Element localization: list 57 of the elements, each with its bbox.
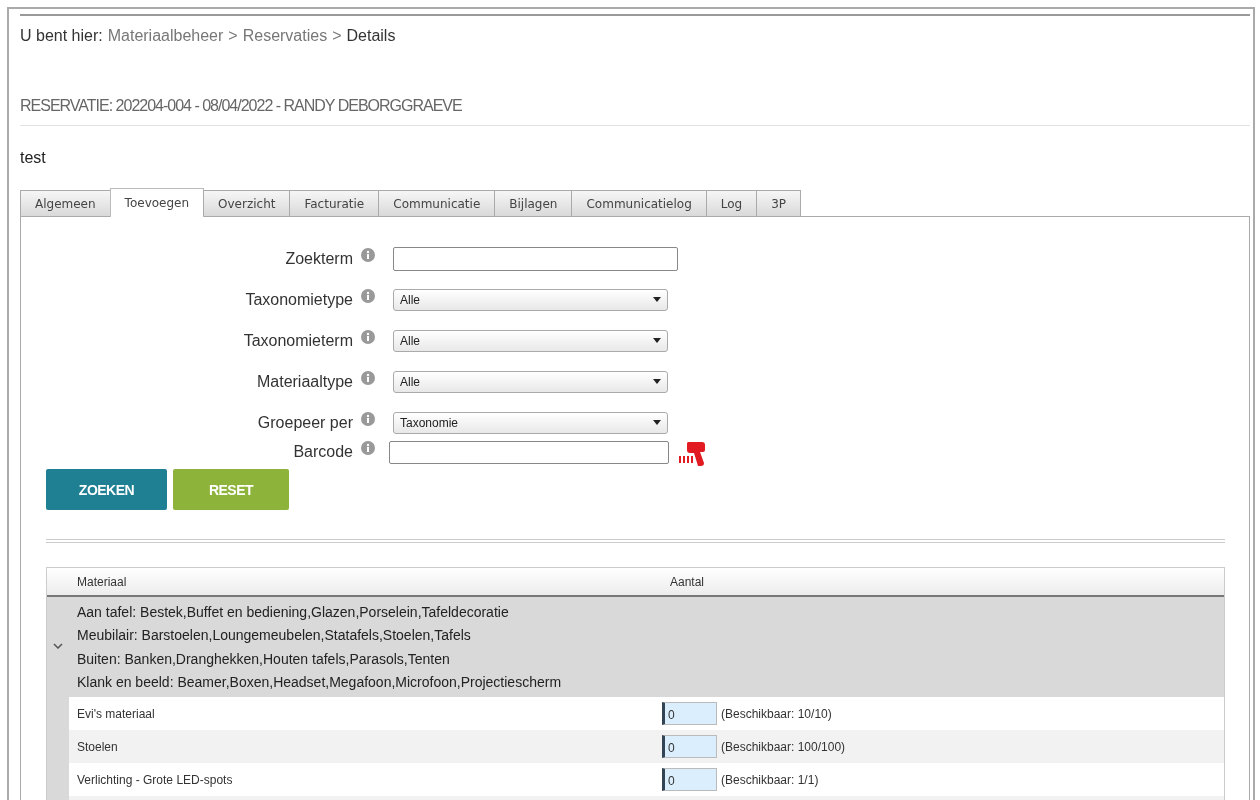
availability-text: (Beschikbaar: 10/10) xyxy=(721,706,832,721)
field-label: Taxonomieterm xyxy=(242,331,353,350)
field-label: Taxonomietype xyxy=(244,290,353,309)
breadcrumb-current: Details xyxy=(346,27,396,45)
barcode-field[interactable] xyxy=(389,440,669,464)
tab[interactable]: Toevoegen xyxy=(109,188,205,217)
column-header: Aantal xyxy=(669,574,705,589)
breadcrumb-link[interactable]: Reservaties xyxy=(242,27,328,45)
table-cell-text: Verlichting - Grote LED-spots xyxy=(76,772,234,787)
group-header-text: Buiten: Banken,Dranghekken,Houten tafels,Parasols,Tenten xyxy=(77,649,451,669)
info-icon[interactable] xyxy=(361,370,375,385)
caret-icon xyxy=(653,338,661,343)
table-cell-text: Stoelen xyxy=(76,739,119,754)
caret-icon xyxy=(653,379,661,384)
quantity-field[interactable]: 0 xyxy=(662,768,717,792)
group-header-text: Klank en beeld: Beamer,Boxen,Headset,Megafoon,Microfoon,Projectiescherm xyxy=(77,672,563,692)
dropdown[interactable]: Alle xyxy=(393,288,668,311)
page-heading: RESERVATIE: 202204-004 - 08/04/2022 - RANDY DEBORGGRAEVE xyxy=(20,97,1250,126)
tab[interactable]: Facturatie xyxy=(289,190,380,216)
caret-icon xyxy=(653,297,661,302)
info-icon[interactable] xyxy=(361,288,375,303)
caret-icon xyxy=(653,420,661,425)
dropdown[interactable]: Alle xyxy=(393,329,668,352)
quantity-field[interactable]: 0 xyxy=(662,735,717,759)
info-icon[interactable] xyxy=(361,247,375,262)
breadcrumb-separator: > xyxy=(228,27,238,45)
availability-text: (Beschikbaar: 1/1) xyxy=(721,772,819,787)
info-icon[interactable] xyxy=(361,411,375,426)
description-text: test xyxy=(20,149,47,167)
tab[interactable]: 3P xyxy=(756,190,802,216)
breadcrumb-separator: > xyxy=(332,27,342,45)
quantity-field[interactable]: 0 xyxy=(662,702,717,726)
info-icon[interactable] xyxy=(361,441,375,455)
breadcrumb-link[interactable]: Materiaalbeheer xyxy=(107,27,224,45)
field-label: Materiaaltype xyxy=(255,372,353,391)
table-cell-text: Evi's materiaal xyxy=(76,706,156,721)
dropdown[interactable]: Alle xyxy=(393,370,668,393)
tab[interactable]: Overzicht xyxy=(203,190,291,216)
field-label: Zoekterm xyxy=(284,249,353,268)
tab[interactable]: Communicatie xyxy=(378,190,496,216)
barcode-scanner-icon[interactable] xyxy=(678,441,706,467)
field-label: Groepeer per xyxy=(256,413,353,432)
breadcrumb-label: U bent hier: xyxy=(20,27,103,45)
field-label: Barcode xyxy=(292,443,353,461)
dropdown[interactable]: Taxonomie xyxy=(393,411,668,434)
search-button[interactable]: ZOEKEN xyxy=(46,469,167,510)
search-field[interactable] xyxy=(393,246,678,271)
column-header: Materiaal xyxy=(76,574,128,589)
chevron-icon[interactable] xyxy=(53,643,63,649)
tab[interactable]: Log xyxy=(705,190,758,216)
tab[interactable]: Communicatielog xyxy=(571,190,707,216)
tab[interactable]: Algemeen xyxy=(20,190,111,216)
group-header-text: Meubilair: Barstoelen,Loungemeubelen,Statafels,Stoelen,Tafels xyxy=(77,626,472,646)
group-header-text: Aan tafel: Bestek,Buffet en bediening,Glazen,Porselein,Tafeldecoratie xyxy=(77,603,510,622)
availability-text: (Beschikbaar: 100/100) xyxy=(721,739,846,754)
tab[interactable]: Bijlagen xyxy=(494,190,573,216)
info-icon[interactable] xyxy=(361,329,375,344)
